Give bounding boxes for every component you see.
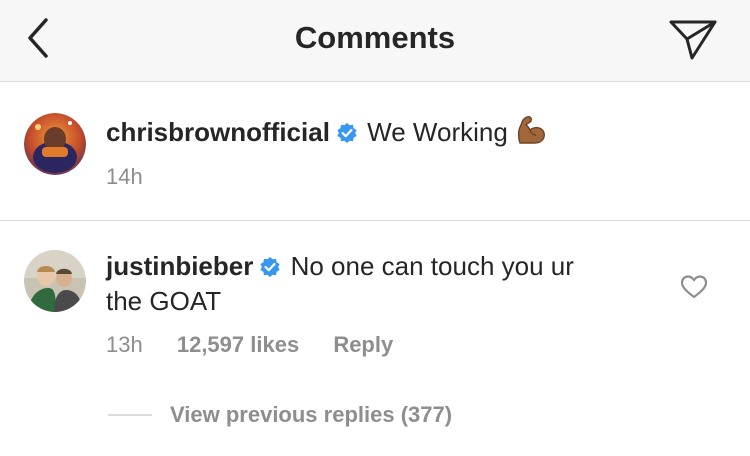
comment-message: We Working — [367, 117, 508, 147]
likes-count[interactable]: 12,597 likes — [177, 332, 299, 358]
comment-meta: 13h 12,597 likes Reply — [106, 332, 421, 358]
username[interactable]: chrisbrownofficial — [106, 117, 330, 147]
page-title: Comments — [294, 20, 456, 55]
paper-plane-icon — [669, 20, 717, 60]
comment-timestamp: 14h — [106, 164, 143, 189]
comment-text: chrisbrownofficial We Working — [106, 113, 548, 154]
view-previous-replies-button[interactable]: View previous replies (377) — [108, 402, 452, 432]
comment-message-line2: the GOAT — [106, 286, 222, 316]
comment-text: justinbieber No one can touch you ur the… — [106, 250, 666, 317]
comment-timestamp: 13h — [106, 332, 143, 357]
like-button[interactable] — [680, 274, 708, 300]
flexed-biceps-icon — [514, 113, 548, 154]
verified-badge-icon — [259, 253, 281, 285]
verified-badge-icon — [336, 119, 358, 151]
comment-meta: 14h — [106, 164, 171, 190]
reply-button[interactable]: Reply — [333, 332, 393, 358]
username[interactable]: justinbieber — [106, 251, 253, 281]
caption-comment: chrisbrownofficial We Working 14h — [0, 83, 750, 221]
avatar[interactable] — [24, 250, 86, 312]
comment-message-line1: No one can touch you ur — [290, 251, 574, 281]
avatar[interactable] — [24, 113, 86, 175]
reply-comment: justinbieber No one can touch you ur the… — [0, 222, 750, 456]
comments-header: Comments — [0, 0, 750, 82]
heart-outline-icon — [680, 275, 708, 299]
view-replies-label: View previous replies (377) — [170, 402, 453, 427]
divider-line — [108, 414, 152, 416]
share-button[interactable] — [668, 18, 718, 62]
